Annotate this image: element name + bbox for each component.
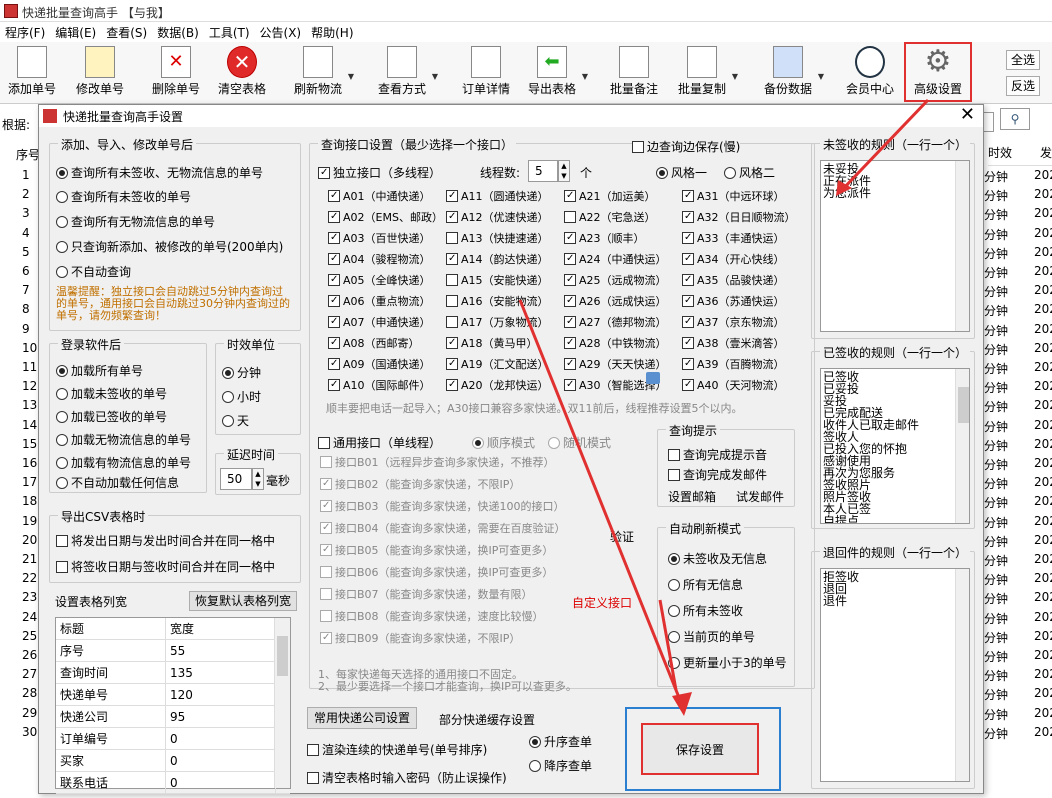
arrow-line [838,98,930,194]
arrow-head [672,692,692,716]
annotation-arrows [518,98,930,716]
arrow-line [518,299,682,701]
arrow-line [658,599,678,691]
